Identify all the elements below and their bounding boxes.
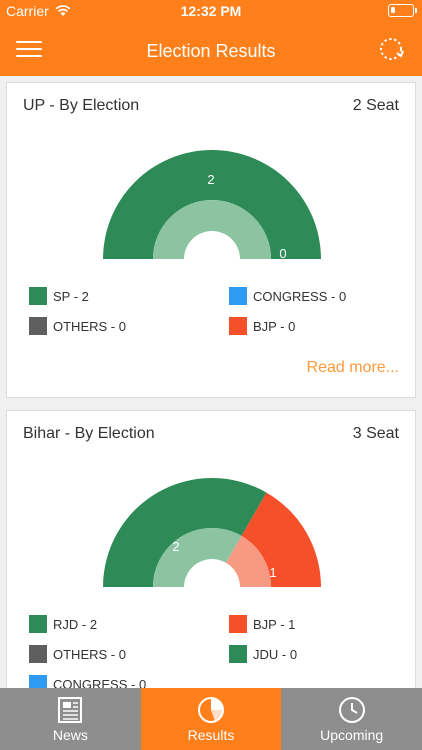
legend-swatch (229, 287, 247, 305)
seat-count: 2 Seat (352, 97, 399, 114)
clock-time: 12:32 PM (180, 3, 242, 19)
legend-label: OTHERS - 0 (53, 318, 126, 334)
card-title: Bihar - By Election (23, 425, 155, 442)
legend-label: BJP - 0 (253, 318, 296, 334)
legend-item-bjp: BJP - 1 (229, 615, 295, 633)
nav-bar: Election Results (0, 22, 422, 76)
slice-label: 1 (269, 565, 276, 580)
legend-swatch (229, 317, 247, 335)
legend-item-congress: CONGRESS - 0 (229, 287, 346, 305)
result-card-bihar[interactable]: Bihar - By Election 3 Seat 2 1 0 RJD - 2… (6, 410, 416, 688)
slice-label: 0 (279, 588, 286, 597)
legend-item-others: OTHERS - 0 (29, 317, 126, 335)
tab-label: Results (187, 727, 235, 743)
tab-label: Upcoming (320, 727, 384, 743)
status-bar: Carrier 12:32 PM (0, 0, 422, 22)
refresh-icon[interactable] (376, 34, 406, 64)
legend-swatch (229, 645, 247, 663)
legend-label: OTHERS - 0 (53, 646, 126, 662)
legend-label: CONGRESS - 0 (53, 676, 147, 689)
legend-label: CONGRESS - 0 (253, 288, 347, 304)
slice-label: 0 (279, 246, 286, 261)
legend-item-bjp: BJP - 0 (229, 317, 295, 335)
seat-count: 3 Seat (352, 425, 399, 442)
page-title: Election Results (146, 41, 276, 61)
result-card-up[interactable]: UP - By Election 2 Seat 2 0 SP - 2 CONGR… (6, 82, 416, 398)
read-more-link[interactable]: Read more... (307, 359, 399, 377)
tab-upcoming[interactable]: Upcoming (281, 688, 422, 750)
legend-label: BJP - 1 (253, 616, 296, 632)
pie-chart-icon (198, 697, 224, 723)
tab-news[interactable]: News (0, 688, 141, 750)
legend-item-sp: SP - 2 (29, 287, 89, 305)
legend-label: RJD - 2 (53, 616, 98, 632)
legend-item-others: OTHERS - 0 (29, 645, 126, 663)
legend-swatch (29, 615, 47, 633)
tab-label: News (52, 727, 88, 743)
legend-swatch (29, 287, 47, 305)
clock-icon (338, 697, 365, 723)
card-title: UP - By Election (23, 97, 140, 114)
semi-donut-chart: 2 1 0 (103, 477, 321, 597)
tab-results[interactable]: Results (140, 688, 282, 750)
semi-donut-chart: 2 0 (103, 150, 321, 261)
legend-swatch (29, 645, 47, 663)
legend-item-rjd: RJD - 2 (29, 615, 97, 633)
legend-label: JDU - 0 (253, 646, 298, 662)
battery-icon (388, 4, 417, 17)
newspaper-icon (58, 697, 83, 723)
legend-item-jdu: JDU - 0 (229, 645, 297, 663)
legend-swatch (29, 317, 47, 335)
slice-label: 2 (172, 539, 179, 554)
tab-bar: News Results Upcoming (0, 688, 422, 750)
results-list: UP - By Election 2 Seat 2 0 SP - 2 CONGR… (0, 76, 422, 688)
legend-swatch (29, 675, 47, 688)
legend-label: SP - 2 (53, 288, 89, 304)
slice-label: 2 (207, 172, 214, 187)
legend-swatch (229, 615, 247, 633)
legend-item-congress: CONGRESS - 0 (29, 675, 146, 688)
